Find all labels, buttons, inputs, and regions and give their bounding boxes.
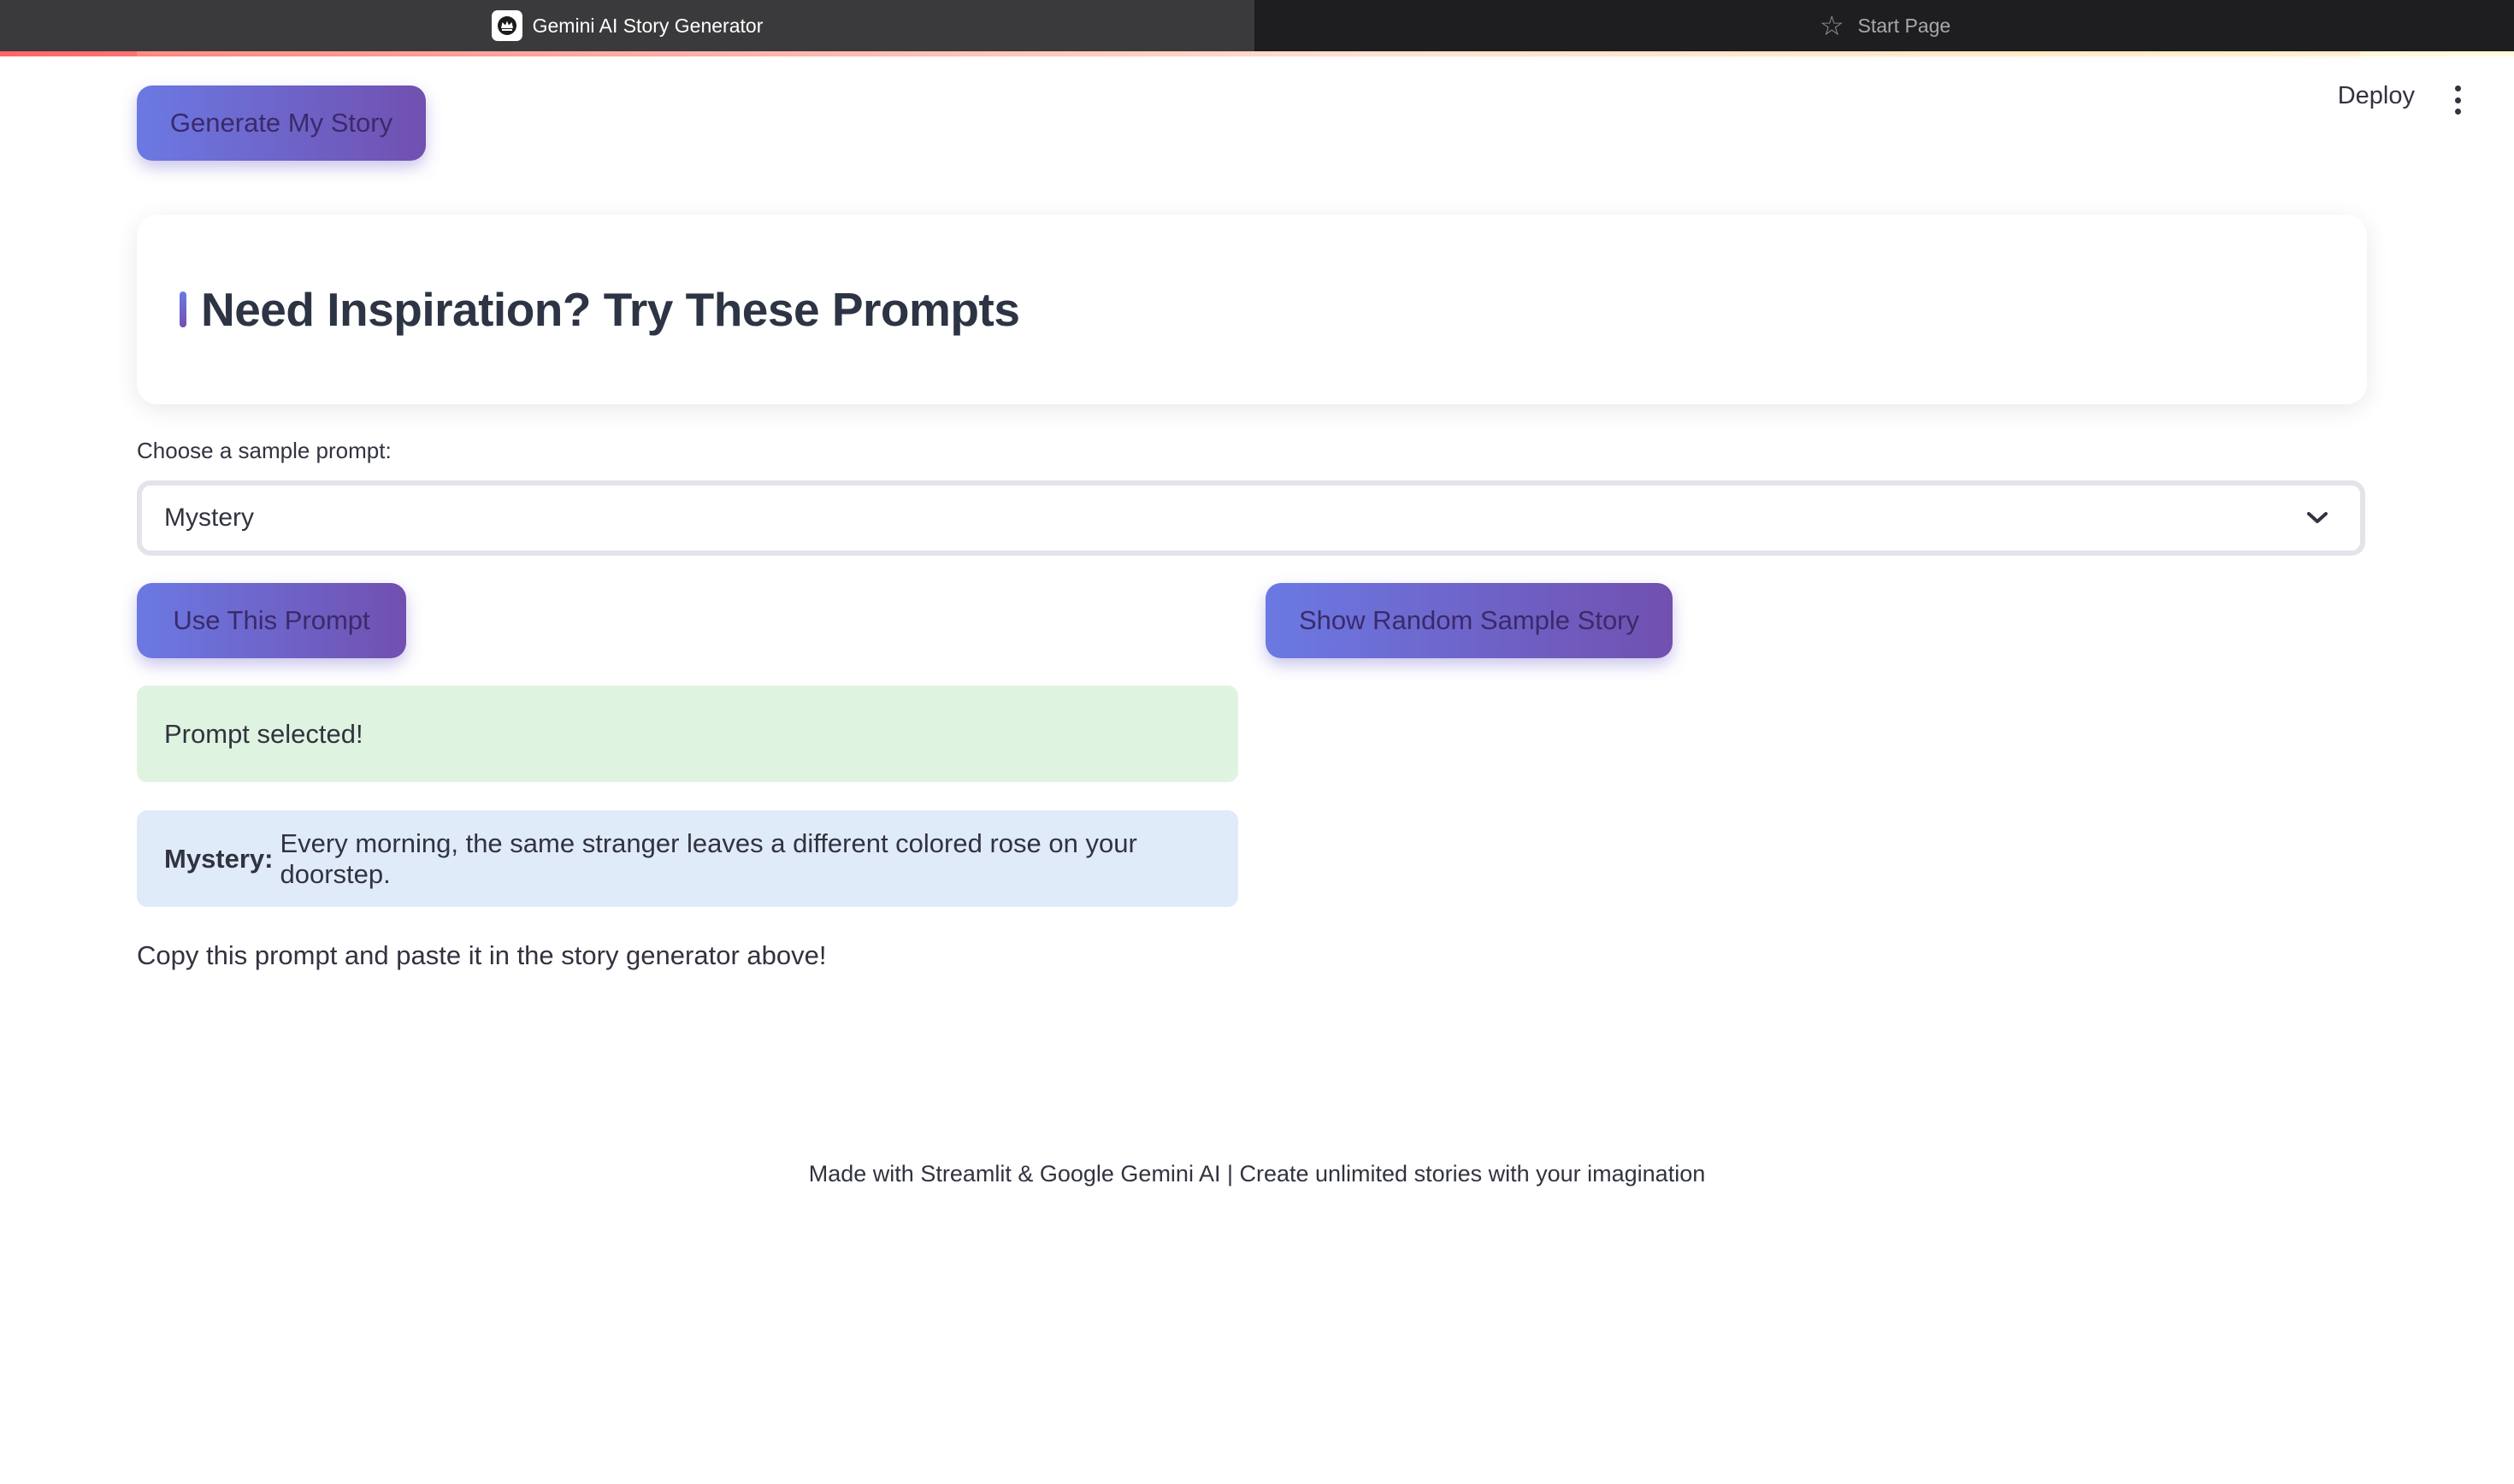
browser-tab-strip: Gemini AI Story Generator ☆ Start Page [0, 0, 2514, 51]
chevron-down-icon [2300, 501, 2334, 535]
random-sample-story-button[interactable]: Show Random Sample Story [1266, 583, 1673, 658]
success-alert: Prompt selected! [137, 686, 1238, 782]
tab-label: Gemini AI Story Generator [532, 14, 764, 37]
tab-gemini-story-generator[interactable]: Gemini AI Story Generator [0, 0, 1256, 51]
use-prompt-button[interactable]: Use This Prompt [137, 583, 406, 658]
kebab-menu-icon[interactable] [2451, 85, 2464, 115]
crown-icon [491, 10, 522, 41]
sample-prompt-label: Choose a sample prompt: [137, 438, 392, 463]
success-message: Prompt selected! [164, 718, 363, 749]
tab-start-page[interactable]: ☆ Start Page [1256, 0, 2514, 51]
deploy-button[interactable]: Deploy [2338, 82, 2415, 110]
scrolled-content-edge [137, 51, 2360, 60]
copy-instruction: Copy this prompt and paste it in the sto… [137, 940, 827, 970]
selected-option: Mystery [164, 504, 254, 532]
footer-text: Made with Streamlit & Google Gemini AI |… [808, 1161, 1706, 1187]
inspiration-title: Need Inspiration? Try These Prompts [201, 283, 1020, 336]
accent-bar [180, 292, 186, 327]
inspiration-card: Need Inspiration? Try These Prompts [137, 215, 2367, 404]
sample-prompt-select[interactable]: Mystery [137, 480, 2365, 556]
prompt-text: Every morning, the same stranger leaves … [280, 827, 1137, 889]
generate-story-button[interactable]: Generate My Story [137, 85, 426, 161]
prompt-genre: Mystery: [164, 843, 274, 874]
prompt-info-alert: Mystery: Every morning, the same strange… [137, 810, 1238, 907]
tab-label: Start Page [1857, 14, 1951, 37]
star-icon: ☆ [1819, 10, 1844, 41]
